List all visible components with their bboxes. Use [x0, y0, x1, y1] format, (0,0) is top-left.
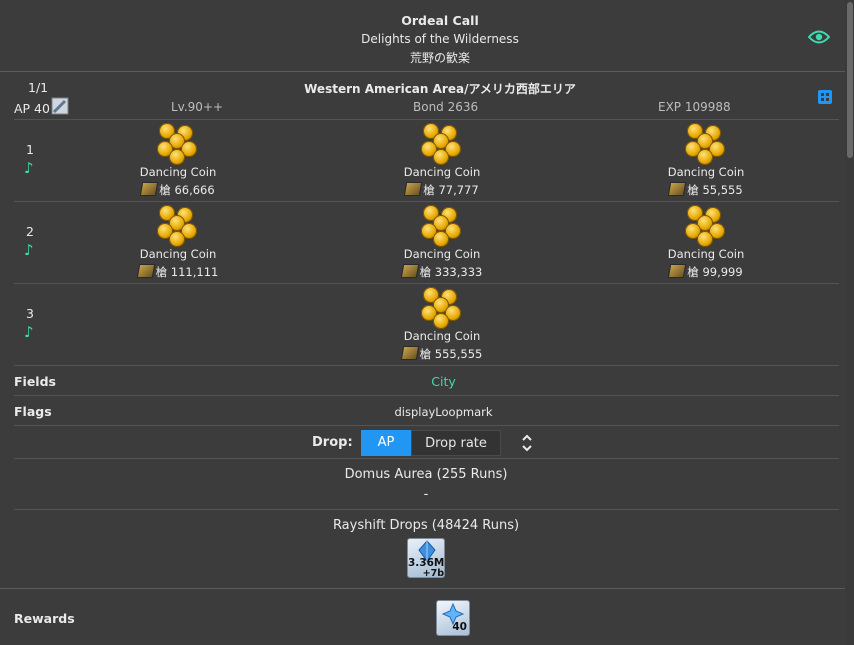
enemy-hp: 槍 77,777: [372, 182, 512, 198]
sort-chevron-icon[interactable]: [520, 432, 534, 454]
divider: [14, 458, 839, 459]
enemy-hp-value: 99,999: [702, 265, 743, 279]
quest-bond: Bond 2636: [413, 100, 479, 114]
eye-icon[interactable]: [808, 29, 830, 45]
dancing-coin-icon[interactable]: [683, 205, 729, 247]
area-name: Western American Area/アメリカ西部エリア: [304, 82, 576, 96]
enemy-name[interactable]: Dancing Coin: [372, 247, 512, 261]
dancing-coin-icon[interactable]: [419, 287, 465, 329]
quest-level: Lv.90++: [171, 100, 224, 114]
enemy-name[interactable]: Dancing Coin: [636, 165, 776, 179]
field-city-link[interactable]: City: [380, 374, 507, 389]
domus-aurea-value: -: [423, 487, 429, 502]
drop-label: Drop:: [312, 435, 353, 450]
rewards-label: Rewards: [14, 611, 75, 626]
music-note-icon: ♪: [24, 241, 34, 259]
divider: [0, 588, 845, 589]
rayshift-item-extra: +7b: [422, 568, 444, 578]
enemy-hp-value: 66,666: [174, 183, 215, 197]
divider: [14, 201, 839, 202]
drop-rate-button[interactable]: Drop rate: [411, 430, 501, 456]
wave-number: 2: [26, 224, 34, 239]
enemy-hp: 槍 111,111: [108, 264, 248, 280]
lancer-class-icon: [400, 346, 419, 360]
lancer-class-icon: [668, 264, 687, 278]
header-divider: [0, 71, 845, 72]
lancer-class-icon: [404, 182, 423, 196]
quest-subtitle-jp: 荒野の歓楽: [409, 51, 470, 65]
dancing-coin-icon[interactable]: [419, 205, 465, 247]
divider: [14, 395, 839, 396]
divider: [14, 119, 839, 120]
divider: [14, 365, 839, 366]
scrollbar[interactable]: [845, 0, 854, 645]
enemy-hp-value: 555,555: [434, 347, 483, 361]
enemy-name[interactable]: Dancing Coin: [372, 165, 512, 179]
domus-aurea-title: Domus Aurea (255 Runs): [344, 467, 508, 482]
wave-number: 3: [26, 306, 34, 321]
enemy-name[interactable]: Dancing Coin: [636, 247, 776, 261]
reward-item-count: 40: [452, 621, 467, 633]
rayshift-drop-item[interactable]: 3.36M +7b: [407, 538, 445, 578]
ap-cost: AP 40: [14, 101, 50, 116]
enemy-hp-value: 55,555: [702, 183, 743, 197]
fields-label: Fields: [14, 374, 56, 389]
lancer-class-icon: [136, 264, 155, 278]
music-note-icon: ♪: [24, 159, 34, 177]
enemy-class: 槍: [687, 265, 699, 279]
quest-exp: EXP 109988: [658, 100, 731, 114]
enemy-name[interactable]: Dancing Coin: [108, 165, 248, 179]
scrollbar-thumb[interactable]: [847, 2, 853, 158]
flag-value: displayLoopmark: [394, 405, 493, 419]
grid-view-icon[interactable]: [818, 90, 832, 104]
quest-subtitle: Delights of the Wilderness: [361, 32, 519, 46]
dancing-coin-icon[interactable]: [683, 123, 729, 165]
enemy-name[interactable]: Dancing Coin: [372, 329, 512, 343]
reward-item[interactable]: 40: [436, 600, 470, 636]
music-note-icon: ♪: [24, 323, 34, 341]
lancer-class-icon: [668, 182, 687, 196]
enemy-class: 槍: [419, 265, 432, 279]
lancer-class-icon: [400, 264, 419, 278]
enemy-hp: 槍 55,555: [636, 182, 776, 198]
lancer-class-icon: [140, 182, 159, 196]
dancing-coin-icon[interactable]: [155, 205, 201, 247]
enemy-hp: 槍 66,666: [108, 182, 248, 198]
enemy-class: 槍: [687, 183, 699, 197]
enemy-hp-value: 111,111: [170, 265, 219, 279]
enemy-class: 槍: [155, 265, 168, 279]
divider: [14, 509, 839, 510]
enemy-hp-value: 333,333: [434, 265, 483, 279]
flags-label: Flags: [14, 404, 52, 419]
enemy-hp: 槍 333,333: [372, 264, 512, 280]
enemy-class: 槍: [159, 183, 171, 197]
enemy-hp: 槍 555,555: [372, 346, 512, 362]
enemy-hp-value: 77,777: [438, 183, 479, 197]
quest-title: Ordeal Call: [401, 13, 479, 28]
wave-number: 1: [26, 142, 34, 157]
enemy-class: 槍: [419, 347, 432, 361]
enemy-class: 槍: [423, 183, 435, 197]
enemy-hp: 槍 99,999: [636, 264, 776, 280]
enemy-name[interactable]: Dancing Coin: [108, 247, 248, 261]
drop-ap-button[interactable]: AP: [361, 430, 411, 456]
dancing-coin-icon[interactable]: [419, 123, 465, 165]
rayshift-title: Rayshift Drops (48424 Runs): [332, 518, 520, 533]
divider: [14, 425, 839, 426]
dancing-coin-icon[interactable]: [155, 123, 201, 165]
ap-item-icon: [51, 97, 69, 115]
divider: [14, 283, 839, 284]
